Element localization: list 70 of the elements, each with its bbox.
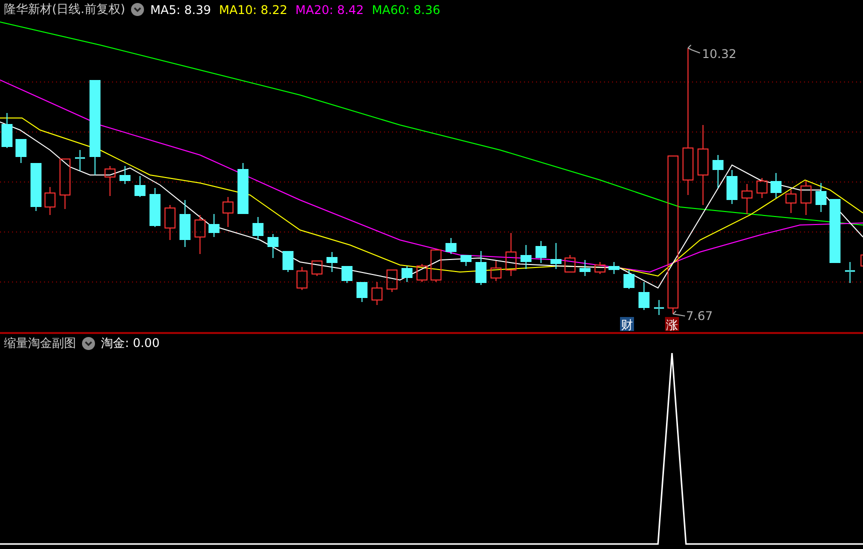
indicator-value: 淘金: 0.00 (101, 334, 160, 352)
candlestick (564, 254, 576, 272)
candlestick (712, 154, 724, 188)
low-price-label: 7.67 (686, 309, 713, 323)
candlestick (44, 186, 56, 216)
candlestick (356, 282, 368, 302)
candlestick (134, 176, 146, 198)
candlestick (726, 170, 738, 204)
candlestick (786, 190, 796, 214)
candlestick (326, 252, 338, 272)
candlestick (446, 238, 456, 254)
dropdown-chevron-icon[interactable] (131, 3, 144, 16)
indicator-value: MA60: 8.36 (372, 2, 440, 16)
candlestick (164, 204, 176, 240)
candlestick (222, 196, 234, 228)
indicator-value: MA20: 8.42 (295, 2, 364, 16)
candlestick (536, 240, 546, 264)
candlestick (520, 244, 532, 270)
candlestick (238, 162, 248, 214)
candlestick (654, 300, 664, 316)
candlestick (386, 270, 398, 292)
candlestick (16, 138, 26, 164)
candlestick (550, 242, 562, 270)
candlestick (194, 214, 206, 254)
panel-title: 缩量淘金副图 (4, 334, 76, 352)
candlestick (742, 184, 752, 214)
candlestick (770, 172, 782, 198)
candlestick (845, 262, 855, 284)
candlestick (460, 254, 472, 266)
candlestick (476, 250, 486, 286)
candlestick (282, 250, 294, 272)
leader-line (688, 44, 700, 54)
candlestick (104, 166, 116, 196)
leader-line (672, 310, 686, 316)
candlestick (372, 282, 382, 306)
candlestick (638, 282, 650, 310)
candlestick (30, 162, 42, 212)
candlestick (608, 262, 620, 274)
candlestick (268, 234, 278, 258)
candlestick (75, 150, 85, 172)
candlestick (816, 182, 826, 212)
high-price-label: 10.32 (702, 47, 736, 61)
candlestick (624, 270, 634, 290)
candlestick (830, 198, 840, 264)
candlestick (312, 260, 322, 276)
candlestick (860, 254, 863, 266)
candlestick (800, 180, 812, 216)
candlestick (60, 158, 70, 210)
candlestick (208, 214, 220, 238)
candlestick (416, 264, 428, 282)
indicator-value: MA5: 8.39 (150, 2, 211, 16)
candlestick (580, 260, 590, 276)
event-marker[interactable]: 财 (620, 317, 634, 332)
candlestick (150, 188, 160, 228)
dropdown-chevron-icon[interactable] (82, 336, 95, 350)
candlestick (120, 166, 130, 184)
candlestick (430, 250, 442, 282)
candlestick (506, 232, 516, 276)
candlestick (594, 262, 606, 274)
candlestick (296, 266, 308, 290)
candlestick (2, 112, 12, 148)
candlestick (252, 216, 264, 240)
candlestick (756, 178, 768, 198)
event-marker[interactable]: 涨 (665, 317, 679, 332)
candlestick (490, 260, 502, 282)
panel-title: 隆华新材(日线.前复权) (4, 1, 126, 18)
indicator-value: MA10: 8.22 (218, 2, 288, 16)
candlestick (402, 266, 412, 282)
candlestick (342, 266, 352, 284)
candlestick (180, 200, 190, 248)
